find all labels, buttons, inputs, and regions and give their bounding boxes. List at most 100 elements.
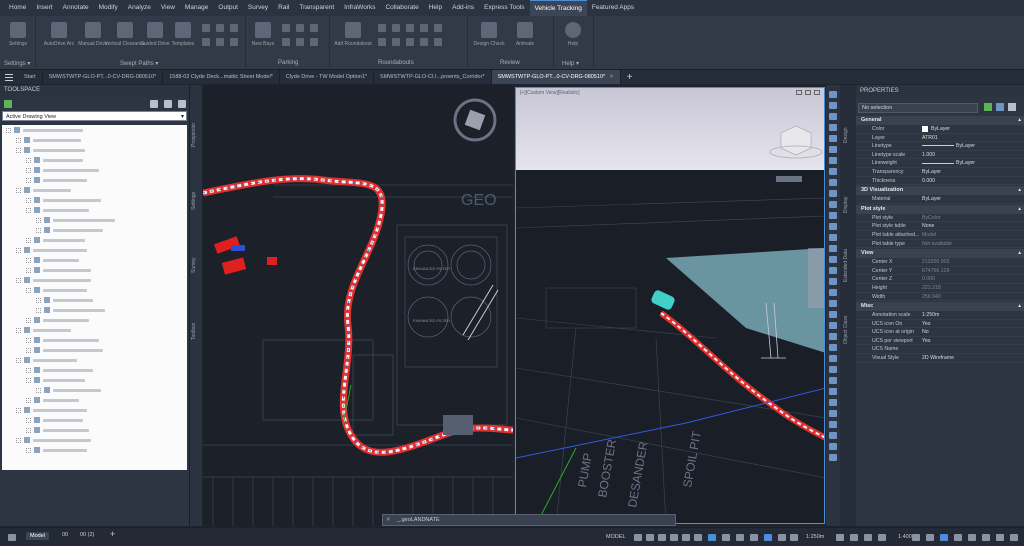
layout-tab-model[interactable]: Model	[26, 532, 49, 540]
roundabout-tool-icon[interactable]	[434, 24, 442, 32]
close-icon[interactable]	[814, 90, 820, 95]
tree-item[interactable]	[2, 295, 187, 305]
close-tab-icon[interactable]: ✕	[609, 74, 614, 80]
select-objects-icon[interactable]	[996, 103, 1004, 111]
tool-palette-icon[interactable]	[829, 267, 837, 274]
layout-tab-00[interactable]: 00	[62, 532, 68, 538]
roundabout-tool-icon[interactable]	[434, 38, 442, 46]
tree-item[interactable]	[2, 435, 187, 445]
section-3d-visualization[interactable]: 3D Visualization ▴	[856, 186, 1024, 196]
property-row[interactable]: Center X 213205.003	[856, 258, 1024, 267]
layout-tab-00-2[interactable]: 00 (2)	[80, 532, 94, 538]
expand-icon[interactable]	[26, 367, 31, 373]
tree-item[interactable]	[2, 335, 187, 345]
ribbon-tab-rail[interactable]: Rail	[273, 0, 294, 16]
tool-palette-icon[interactable]	[829, 289, 837, 296]
property-row[interactable]: Color ByLayer	[856, 125, 1024, 134]
manual-drive-button[interactable]: Manual Drive	[78, 22, 108, 47]
group-label-swept-paths[interactable]: Swept Paths ▾	[120, 60, 158, 67]
property-row[interactable]: Thickness 0.000	[856, 177, 1024, 186]
tree-item[interactable]	[2, 185, 187, 195]
ribbon-tab-infraworks[interactable]: InfraWorks	[339, 0, 380, 16]
chevron-up-icon[interactable]: ▴	[1018, 116, 1021, 125]
graphics-icon[interactable]	[940, 534, 948, 541]
expand-icon[interactable]	[16, 437, 21, 443]
roundabout-tool-icon[interactable]	[378, 24, 386, 32]
expand-icon[interactable]	[16, 327, 21, 333]
property-row[interactable]: UCS Name	[856, 345, 1024, 355]
expand-icon[interactable]	[16, 277, 21, 283]
add-layout-icon[interactable]: +	[110, 529, 115, 539]
ribbon-tab-home[interactable]: Home	[4, 0, 31, 16]
ribbon-tab-help[interactable]: Help	[424, 0, 447, 16]
tool-palette-icon[interactable]	[829, 300, 837, 307]
tool-palette-icon[interactable]	[829, 179, 837, 186]
tree-item[interactable]	[2, 265, 187, 275]
tree-item[interactable]	[2, 345, 187, 355]
tool-palette-icon[interactable]	[829, 311, 837, 318]
close-icon[interactable]: ✕	[386, 515, 391, 525]
chevron-up-icon[interactable]: ▴	[1018, 186, 1021, 195]
tree-item[interactable]	[2, 205, 187, 215]
ribbon-tab-vehicle-tracking[interactable]: Vehicle Tracking	[529, 0, 587, 16]
ribbon-tab-add-ins[interactable]: Add-ins	[447, 0, 479, 16]
roundabout-tool-icon[interactable]	[392, 24, 400, 32]
ribbon-tab-transparent[interactable]: Transparent	[294, 0, 339, 16]
property-row[interactable]: Plot table attached... Model	[856, 231, 1024, 240]
property-row[interactable]: Width 256.940	[856, 293, 1024, 302]
tree-item[interactable]	[2, 365, 187, 375]
expand-icon[interactable]	[16, 247, 21, 253]
expand-icon[interactable]	[16, 137, 21, 143]
tool-palette-icon[interactable]	[829, 113, 837, 120]
swept-tool-icon[interactable]	[230, 38, 238, 46]
minimize-icon[interactable]	[796, 90, 802, 95]
selection-dropdown[interactable]: No selection	[858, 103, 978, 113]
tree-item[interactable]	[2, 145, 187, 155]
polar-icon[interactable]	[670, 534, 678, 541]
roundabout-tool-icon[interactable]	[420, 24, 428, 32]
tree-item[interactable]	[2, 415, 187, 425]
expand-icon[interactable]	[26, 287, 31, 293]
snap-icon[interactable]	[646, 534, 654, 541]
settings-button[interactable]: Settings	[5, 22, 31, 47]
viewport-3d[interactable]: PUMP BOOSTER DESANDER SPOIL PIT [+][Cust…	[515, 87, 825, 524]
expand-icon[interactable]	[26, 427, 31, 433]
ribbon-tab-survey[interactable]: Survey	[243, 0, 273, 16]
tool-palette-icon[interactable]	[829, 91, 837, 98]
tool-palette-icon[interactable]	[829, 146, 837, 153]
expand-icon[interactable]	[36, 307, 41, 313]
autodrive-button[interactable]: AutoDrive Arc	[44, 22, 74, 47]
file-tab[interactable]: Clyde Drive - TW Model Option1*	[280, 70, 375, 84]
vertical-clearance-button[interactable]: Vertical Clearance	[105, 22, 145, 47]
tree-item[interactable]	[2, 135, 187, 145]
roundabout-tool-icon[interactable]	[420, 38, 428, 46]
expand-icon[interactable]	[26, 207, 31, 213]
prospector-tree[interactable]	[2, 125, 187, 470]
expand-icon[interactable]	[36, 217, 41, 223]
tree-item[interactable]	[2, 245, 187, 255]
section-misc[interactable]: Misc ▴	[856, 302, 1024, 312]
hamburger-menu-icon[interactable]	[0, 70, 18, 84]
menu-icon[interactable]	[8, 534, 16, 541]
tab-prospector[interactable]: Prospector	[191, 105, 201, 165]
parking-tool-icon[interactable]	[282, 24, 290, 32]
tree-item[interactable]	[2, 425, 187, 435]
guided-drive-button[interactable]: Guided Drive	[140, 22, 170, 47]
new-bays-button[interactable]: New Bays	[250, 22, 276, 47]
toggle-pickadd-icon[interactable]	[984, 103, 992, 111]
tree-item[interactable]	[2, 155, 187, 165]
parking-tool-icon[interactable]	[296, 38, 304, 46]
swept-tool-icon[interactable]	[216, 24, 224, 32]
swept-tool-icon[interactable]	[202, 38, 210, 46]
tool-palette-icon[interactable]	[829, 355, 837, 362]
view-badge[interactable]	[776, 176, 802, 182]
expand-icon[interactable]	[26, 317, 31, 323]
lineweight-icon[interactable]	[722, 534, 730, 541]
autoscale-icon[interactable]	[790, 534, 798, 541]
expand-icon[interactable]	[36, 387, 41, 393]
annotation-monitor-icon[interactable]	[850, 534, 858, 541]
expand-icon[interactable]	[16, 187, 21, 193]
property-row[interactable]: Plot table type Not available	[856, 240, 1024, 249]
file-tab[interactable]: Start	[18, 70, 43, 84]
section-view[interactable]: View ▴	[856, 249, 1024, 259]
